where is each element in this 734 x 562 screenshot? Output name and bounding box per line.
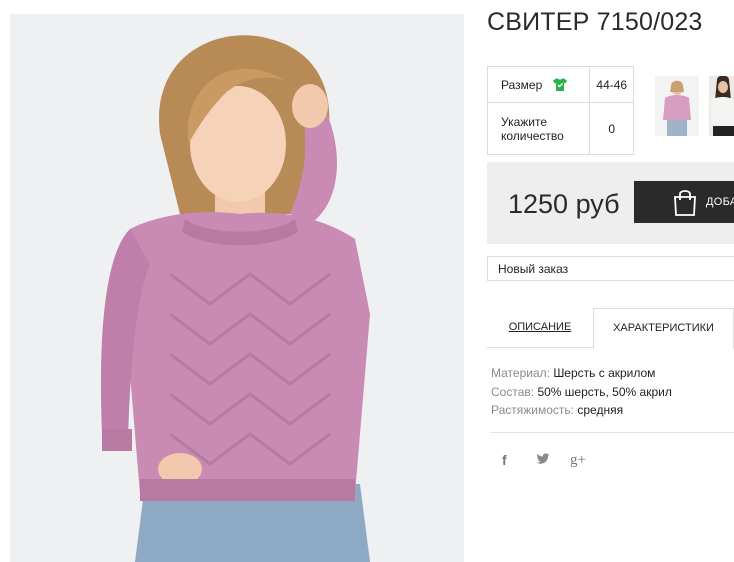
characteristics-list: Материал: Шерсть с акрилом Состав: 50% ш… <box>491 364 672 420</box>
size-label-cell: Размер <box>486 66 591 103</box>
characteristic-value: Шерсть с акрилом <box>553 366 656 380</box>
tshirt-icon[interactable] <box>552 77 568 92</box>
characteristic-row: Материал: Шерсть с акрилом <box>491 364 672 383</box>
product-options-table: Размер 44-46 Укажите количество 0 <box>486 66 634 155</box>
characteristic-key: Состав: <box>491 384 535 399</box>
price: 1250 руб <box>508 189 620 219</box>
characteristic-key: Материал: <box>491 366 550 380</box>
thumbnail-pink-sweater-icon <box>655 76 699 136</box>
thumbnail-2[interactable] <box>709 76 734 136</box>
facebook-icon[interactable]: f <box>502 452 536 469</box>
thumbnail-1[interactable] <box>655 76 699 136</box>
shopping-bag-icon <box>674 190 696 216</box>
tab-characteristics[interactable]: ХАРАКТЕРИСТИКИ <box>593 308 734 349</box>
quantity-label: Укажите количество <box>486 102 591 155</box>
twitter-icon[interactable] <box>536 452 570 469</box>
order-select[interactable]: Новый заказ <box>487 256 734 281</box>
google-plus-icon[interactable]: g+ <box>570 452 604 469</box>
characteristic-value: средняя <box>577 403 624 417</box>
tab-description[interactable]: ОПИСАНИЕ <box>487 308 593 348</box>
product-tabs: ОПИСАНИЕ ХАРАКТЕРИСТИКИ <box>487 308 734 349</box>
thumbnail-white-sweater-icon <box>709 76 734 136</box>
social-share: f g+ <box>502 452 604 469</box>
characteristic-value: 50% шерсть, 50% акрил <box>537 384 672 399</box>
product-main-image[interactable] <box>10 14 464 562</box>
product-title: СВИТЕР 7150/023 <box>487 8 703 36</box>
add-to-cart-button[interactable]: ДОБАВИТЬ В КОРЗИНУ <box>634 181 734 223</box>
size-label: Размер <box>501 78 543 92</box>
size-value[interactable]: 44-46 <box>589 66 634 103</box>
characteristic-key: Растяжимость: <box>491 403 575 417</box>
divider <box>491 432 734 433</box>
characteristic-row: Состав: 50% шерсть, 50% акрил <box>491 383 672 402</box>
price-panel: 1250 руб ДОБАВИТЬ В КОРЗИНУ <box>487 162 734 244</box>
add-to-cart-label: ДОБАВИТЬ В КОРЗИНУ <box>706 196 734 208</box>
quantity-input[interactable]: 0 <box>589 102 634 155</box>
characteristic-row: Растяжимость: средняя <box>491 401 672 420</box>
sweater-model-illustration <box>10 14 464 562</box>
